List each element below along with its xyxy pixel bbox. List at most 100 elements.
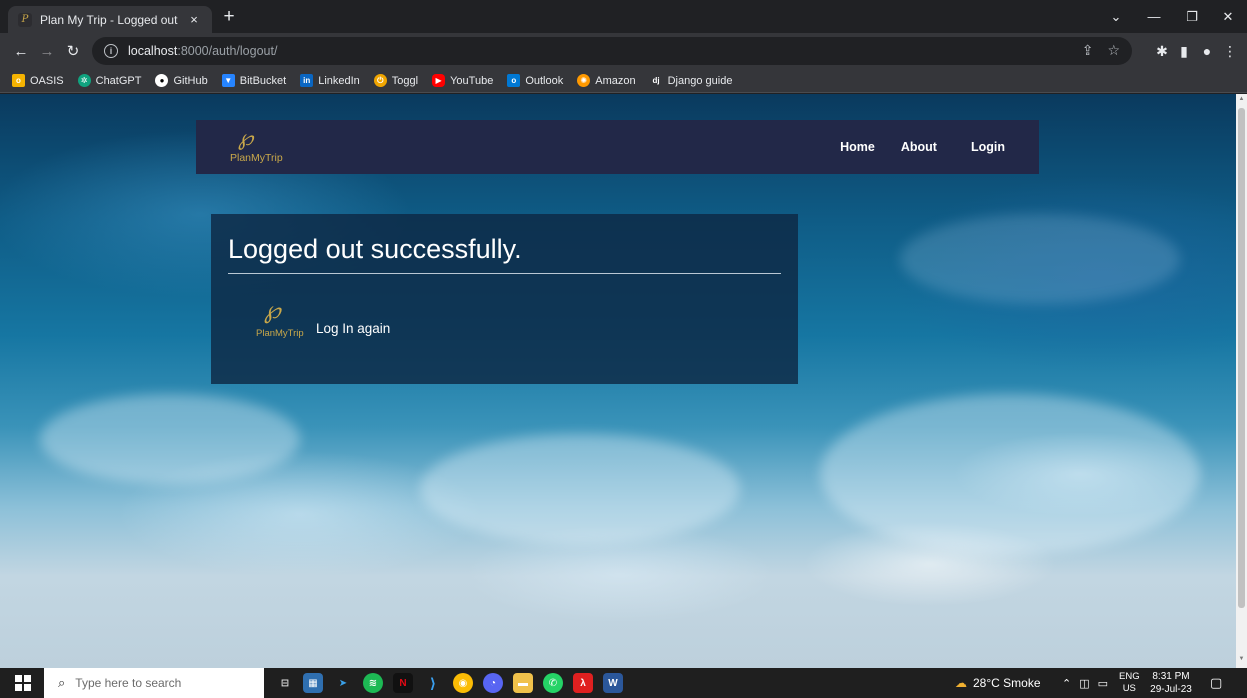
weather-icon: ☁ — [955, 676, 967, 690]
linkedin-icon: in — [300, 74, 314, 87]
weather-text: 28°C Smoke — [973, 676, 1041, 690]
search-placeholder: Type here to search — [75, 676, 182, 690]
windows-taskbar: ⌕ Type here to search ⊟ ▦ ➤ ≋ N ⟩ ◉ ◔ ▬ … — [0, 668, 1247, 698]
bookmark-youtube[interactable]: ▶ YouTube — [432, 74, 493, 87]
forward-arrow-icon[interactable]: → — [36, 40, 58, 62]
network-icon[interactable]: ◫ — [1079, 677, 1089, 690]
browser-toolbar: ← → ↻ i localhost:8000/auth/logout/ ⇪ ☆ … — [0, 33, 1247, 69]
bookmark-amazon[interactable]: ✺ Amazon — [577, 74, 636, 87]
chrome-icon[interactable]: ◉ — [453, 673, 473, 693]
nav-login-link[interactable]: Login — [971, 140, 1005, 154]
outlook-icon: o — [507, 74, 521, 87]
share-icon[interactable]: ⇪ — [1082, 42, 1094, 59]
bookmark-label: Django guide — [667, 74, 733, 87]
amazon-icon: ✺ — [577, 74, 591, 87]
page-scrollbar[interactable]: ▲ ▼ — [1236, 94, 1247, 668]
clock-time: 8:31 PM — [1152, 671, 1190, 682]
search-icon: ⌕ — [58, 675, 66, 690]
vscode-icon[interactable]: ⟩ — [423, 673, 443, 693]
taskbar-clock[interactable]: 8:31 PM 29-Jul-23 — [1147, 670, 1195, 696]
extensions-puzzle-icon[interactable]: ✱ — [1152, 41, 1172, 61]
scroll-thumb[interactable] — [1238, 108, 1245, 608]
ocean-foam — [820, 394, 1200, 554]
side-panel-icon[interactable]: ▮ — [1174, 41, 1194, 61]
bookmark-label: LinkedIn — [318, 74, 360, 87]
battery-icon[interactable]: ▭ — [1098, 677, 1108, 690]
brand-monogram-icon: ℘ — [264, 296, 281, 324]
nav-about-link[interactable]: About — [901, 140, 937, 154]
language-indicator[interactable]: ENG US — [1119, 668, 1140, 698]
site-navbar: ℘ PlanMyTrip Home About Login — [196, 120, 1039, 174]
tab-search-icon[interactable]: ⌄ — [1097, 0, 1135, 33]
bookmark-star-icon[interactable]: ☆ — [1107, 42, 1120, 59]
bookmark-label: GitHub — [173, 74, 208, 87]
bookmark-django[interactable]: dj Django guide — [649, 74, 733, 87]
card-logo: ℘ PlanMyTrip — [256, 296, 306, 344]
page-viewport: ℘ PlanMyTrip Home About Login Logged out… — [0, 94, 1236, 668]
reload-icon[interactable]: ↻ — [62, 40, 84, 62]
bookmark-linkedin[interactable]: in LinkedIn — [300, 74, 360, 87]
bookmark-label: OASIS — [30, 74, 64, 87]
bookmark-bitbucket[interactable]: ▼ BitBucket — [221, 74, 287, 87]
notifications-icon[interactable]: ▢ — [1210, 668, 1222, 698]
discord-icon[interactable]: ◔ — [483, 673, 503, 693]
site-info-icon[interactable]: i — [104, 44, 118, 58]
whatsapp-icon[interactable]: ✆ — [543, 673, 563, 693]
divider — [228, 273, 781, 274]
github-icon: ● — [155, 74, 169, 87]
scroll-up-arrow-icon[interactable]: ▲ — [1238, 96, 1245, 106]
new-tab-button[interactable]: + — [218, 7, 240, 29]
close-window-button[interactable]: ✕ — [1209, 0, 1247, 33]
bookmark-label: Outlook — [525, 74, 564, 87]
url-host: localhost — [128, 44, 178, 58]
acrobat-icon[interactable]: λ — [573, 673, 593, 693]
word-icon[interactable]: W — [603, 673, 623, 693]
site-favicon-icon: P — [18, 12, 32, 27]
menu-kebab-icon[interactable]: ⋮ — [1220, 41, 1240, 61]
store-icon[interactable]: ▦ — [303, 673, 323, 693]
profile-avatar-icon[interactable]: ● — [1197, 41, 1217, 61]
language-region: US — [1122, 683, 1136, 694]
spotify-icon[interactable]: ≋ — [363, 673, 383, 693]
file-explorer-icon[interactable]: ▬ — [513, 673, 533, 693]
nav-home-link[interactable]: Home — [840, 140, 875, 154]
browser-tab[interactable]: P Plan My Trip - Logged out × — [8, 6, 212, 33]
bookmark-chatgpt[interactable]: ✲ ChatGPT — [77, 74, 142, 87]
task-view-icon[interactable]: ⊟ — [275, 673, 295, 693]
clock-date: 29-Jul-23 — [1150, 684, 1192, 695]
language-code: ENG — [1119, 671, 1140, 682]
brand-monogram-icon: ℘ — [238, 126, 254, 151]
netflix-icon[interactable]: N — [393, 673, 413, 693]
taskbar-search-input[interactable]: ⌕ Type here to search — [44, 668, 264, 698]
toggl-icon: ⏻ — [373, 74, 387, 87]
bookmark-label: ChatGPT — [95, 74, 142, 87]
brand-text: PlanMyTrip — [230, 152, 283, 164]
tab-close-icon[interactable]: × — [186, 12, 202, 27]
brand-logo[interactable]: ℘ PlanMyTrip — [230, 126, 300, 168]
windows-start-icon[interactable] — [8, 668, 38, 698]
scroll-down-arrow-icon[interactable]: ▼ — [1238, 656, 1245, 666]
chatgpt-icon: ✲ — [77, 74, 91, 87]
browser-tab-strip: P Plan My Trip - Logged out × + ⌄ — ❐ ✕ — [0, 0, 1247, 33]
weather-widget[interactable]: ☁ 28°C Smoke — [955, 668, 1041, 698]
minimize-button[interactable]: — — [1135, 0, 1173, 33]
bookmark-label: BitBucket — [239, 74, 287, 87]
bookmark-toggl[interactable]: ⏻ Toggl — [373, 74, 418, 87]
terminal-icon[interactable]: ➤ — [333, 673, 353, 693]
address-bar[interactable]: i localhost:8000/auth/logout/ ⇪ ☆ — [92, 37, 1132, 65]
youtube-icon: ▶ — [432, 74, 446, 87]
bookmark-github[interactable]: ● GitHub — [155, 74, 208, 87]
page-title: Logged out successfully. — [228, 234, 522, 264]
back-arrow-icon[interactable]: ← — [10, 40, 32, 62]
restore-button[interactable]: ❐ — [1173, 0, 1211, 33]
bookmark-outlook[interactable]: o Outlook — [507, 74, 563, 87]
log-in-again-link[interactable]: Log In again — [316, 321, 390, 336]
bitbucket-icon: ▼ — [221, 74, 235, 87]
bookmarks-bar: o OASIS ✲ ChatGPT ● GitHub ▼ BitBucket in Lin… — [0, 69, 1247, 93]
tray-chevron-icon[interactable]: ⌃ — [1062, 677, 1071, 690]
card-logo-text: PlanMyTrip — [256, 328, 304, 339]
bookmark-oasis[interactable]: o OASIS — [12, 74, 64, 87]
ocean-foam — [40, 394, 300, 484]
url-path: :8000/auth/logout/ — [177, 44, 278, 58]
django-icon: dj — [649, 74, 663, 87]
